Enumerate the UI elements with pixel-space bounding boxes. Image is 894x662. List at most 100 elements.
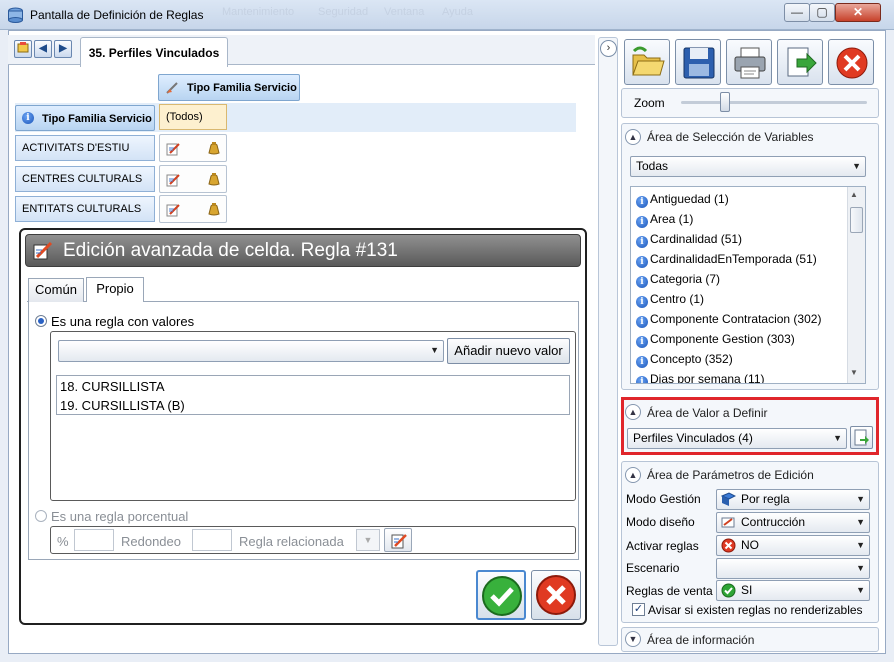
panel-splitter[interactable] xyxy=(598,37,618,646)
home-nav-button[interactable] xyxy=(14,40,32,58)
open-folder-button[interactable] xyxy=(624,39,670,85)
variables-scrollbar[interactable]: ▲ ▼ xyxy=(847,187,865,383)
cancel-icon xyxy=(536,575,576,615)
add-value-button[interactable]: Añadir nuevo valor xyxy=(447,338,570,364)
variable-item-label: Antiguedad (1) xyxy=(650,192,729,206)
column-header[interactable]: Tipo Familia Servicio xyxy=(158,74,300,101)
chevron-down-icon: ▼ xyxy=(856,517,865,527)
activar-reglas-select[interactable]: NO ▼ xyxy=(716,535,870,556)
info-icon: i xyxy=(636,196,648,208)
tab-propio[interactable]: Propio xyxy=(86,277,144,302)
variable-item-label: Cardinalidad (51) xyxy=(650,232,743,246)
grid-row-label[interactable]: CENTRES CULTURALS xyxy=(15,166,155,192)
variable-item[interactable]: i Dias por semana (11) xyxy=(636,369,765,383)
cancel-dialog-button[interactable] xyxy=(531,570,581,620)
row-header[interactable]: i Tipo Familia Servicio xyxy=(15,105,155,131)
cancel-icon xyxy=(836,47,868,79)
info-icon: i xyxy=(636,296,648,308)
variable-item[interactable]: i Antiguedad (1) xyxy=(636,189,729,209)
info-icon: i xyxy=(636,216,648,228)
grid-cell[interactable] xyxy=(159,195,227,223)
related-rule-edit-button[interactable] xyxy=(384,528,412,552)
chevron-up-icon[interactable]: ▲ xyxy=(625,129,641,145)
app-icon xyxy=(7,7,24,23)
value-select[interactable]: Perfiles Vinculados (4) ▼ xyxy=(627,428,847,449)
modo-diseno-select[interactable]: Contrucción ▼ xyxy=(716,512,870,533)
activar-reglas-value: NO xyxy=(741,538,759,552)
chevron-down-icon: ▼ xyxy=(856,585,865,595)
info-icon: i xyxy=(636,316,648,328)
row-header-value[interactable]: (Todos) xyxy=(159,104,227,130)
escenario-select[interactable]: ▼ xyxy=(716,558,870,579)
tab-comun[interactable]: Común xyxy=(28,278,84,302)
value-item[interactable]: 19. CURSILLISTA (B) xyxy=(60,398,185,413)
value-item[interactable]: 18. CURSILLISTA xyxy=(60,379,165,394)
close-window-button[interactable]: ✕ xyxy=(835,3,881,22)
variables-filter-select[interactable]: Todas ▼ xyxy=(630,156,866,177)
chevron-up-icon[interactable]: ▲ xyxy=(625,467,641,483)
round-input[interactable] xyxy=(192,529,232,551)
export-icon xyxy=(787,47,817,77)
param-label: Escenario xyxy=(626,561,680,575)
print-button[interactable] xyxy=(726,39,772,85)
percent-input[interactable] xyxy=(74,529,114,551)
yes-icon xyxy=(721,583,736,598)
variable-item[interactable]: i Componente Contratacion (302) xyxy=(636,309,821,329)
menu-ghost-1: Mantenimiento xyxy=(222,6,295,18)
radio-values[interactable] xyxy=(35,315,47,327)
floppy-disk-icon xyxy=(683,47,715,79)
reglas-venta-select[interactable]: SI ▼ xyxy=(716,580,870,601)
scroll-thumb[interactable] xyxy=(850,207,863,233)
variable-item[interactable]: i Centro (1) xyxy=(636,289,704,309)
chevron-down-icon[interactable]: ▼ xyxy=(625,631,641,647)
zoom-slider-track[interactable] xyxy=(681,101,867,104)
values-select[interactable]: ▼ xyxy=(58,340,444,362)
radio-percent-label: Es una regla porcentual xyxy=(51,509,189,524)
chevron-up-icon[interactable]: ▲ xyxy=(625,404,641,420)
export-button[interactable] xyxy=(777,39,823,85)
round-label: Redondeo xyxy=(121,534,181,549)
apply-value-button[interactable] xyxy=(850,426,873,449)
maximize-button[interactable]: ▢ xyxy=(809,3,835,22)
rules-book-icon xyxy=(721,492,736,506)
grid-row-label[interactable]: ENTITATS CULTURALS xyxy=(15,196,155,222)
avisar-checkbox[interactable]: ✓ xyxy=(632,603,645,616)
variable-item-label: Categoria (7) xyxy=(650,272,721,286)
variable-item[interactable]: i Categoria (7) xyxy=(636,269,720,289)
related-rule-select[interactable]: ▼ xyxy=(356,529,380,551)
variable-item-label: Componente Gestion (303) xyxy=(650,332,795,346)
edit-icon xyxy=(391,534,407,549)
related-label: Regla relacionada xyxy=(239,534,344,549)
scroll-up-icon[interactable]: ▲ xyxy=(850,190,858,199)
grid-cell[interactable] xyxy=(159,165,227,193)
variable-item[interactable]: i Cardinalidad (51) xyxy=(636,229,742,249)
next-tab-button[interactable]: ▶ xyxy=(54,40,72,58)
prev-tab-button[interactable]: ◀ xyxy=(34,40,52,58)
chevron-down-icon: ▼ xyxy=(852,161,861,171)
variable-item[interactable]: i Concepto (352) xyxy=(636,349,733,369)
zoom-label: Zoom xyxy=(634,96,665,110)
tab-perfiles-vinculados[interactable]: 35. Perfiles Vinculados xyxy=(80,37,228,67)
menu-ghost-3: Ventana xyxy=(384,6,425,18)
variable-item-label: Componente Contratacion (302) xyxy=(650,312,822,326)
home-icon xyxy=(17,42,29,53)
variable-item[interactable]: i CardinalidadEnTemporada (51) xyxy=(636,249,817,269)
info-icon: i xyxy=(22,112,34,124)
minimize-button[interactable]: — xyxy=(784,3,810,22)
save-button[interactable] xyxy=(675,39,721,85)
variable-item[interactable]: i Componente Gestion (303) xyxy=(636,329,795,349)
grid-row-label[interactable]: ACTIVITATS D'ESTIU xyxy=(15,135,155,161)
modo-gestion-select[interactable]: Por regla ▼ xyxy=(716,489,870,510)
scroll-down-icon[interactable]: ▼ xyxy=(850,368,858,377)
cancel-toolbar-button[interactable] xyxy=(828,39,874,85)
radio-percent[interactable] xyxy=(35,510,47,522)
design-icon xyxy=(721,517,735,528)
info-icon: i xyxy=(636,256,648,268)
variable-item[interactable]: i Area (1) xyxy=(636,209,693,229)
zoom-slider-thumb[interactable] xyxy=(719,92,730,112)
grid-cell[interactable] xyxy=(159,134,227,162)
accept-button[interactable] xyxy=(476,570,526,620)
reglas-venta-value: SI xyxy=(741,583,753,597)
collapse-panel-button[interactable]: › xyxy=(600,40,617,57)
money-bag-icon xyxy=(208,142,220,155)
